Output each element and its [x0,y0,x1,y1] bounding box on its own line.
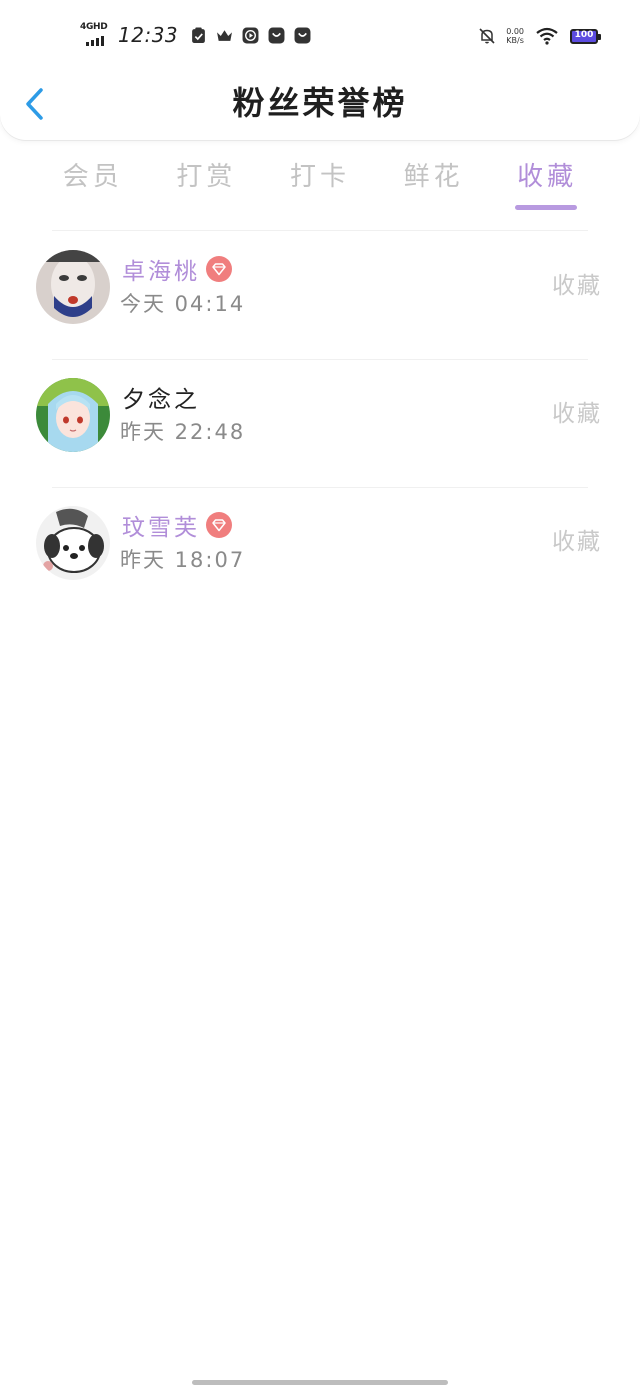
name-line: 玟雪芙 [122,508,232,542]
network-speed-value: 0.00 [506,27,524,36]
network-speed: 0.00 KB/s [506,27,524,45]
tab-reward[interactable]: 打赏 [150,150,264,212]
network-speed-unit: KB/s [506,36,524,45]
status-bar-right: 0.00 KB/s 100 [478,22,601,50]
avatar[interactable] [36,378,110,452]
diamond-vip-icon [206,512,232,538]
cellular-signal-icon: 4GHD [80,22,110,48]
tabs-divider [52,230,588,231]
crown-icon [217,29,233,41]
user-name[interactable]: 卓海桃 [122,252,200,286]
app-notification-icon [268,27,285,43]
action-label: 收藏 [552,529,602,555]
status-bar-left: 4GHD 12:33 [80,18,320,52]
avatar[interactable] [36,250,110,324]
tab-checkin[interactable]: 打卡 [263,150,377,212]
battery-level: 100 [574,29,594,40]
user-name[interactable]: 玟雪芙 [122,508,200,542]
fan-list: 卓海桃 今天 04:14 收藏 夕念之 昨天 22:48 收藏 玟雪芙 昨天 1… [0,232,640,616]
network-type: 4GHD [80,22,108,32]
battery-icon: 100 [570,28,601,44]
app-header: 4GHD 12:33 0.00 KB/s 100 粉丝荣誉榜 [0,0,640,140]
tab-favorites[interactable]: 收藏 [490,150,604,212]
action-label: 收藏 [552,401,602,427]
wifi-icon [536,27,558,45]
list-item[interactable]: 玟雪芙 昨天 18:07 收藏 [0,488,640,616]
clipboard-check-icon [192,27,206,43]
home-indicator[interactable] [192,1380,448,1385]
play-icon [242,27,259,43]
favorite-time: 今天 04:14 [120,292,246,316]
avatar[interactable] [36,506,110,580]
favorite-time: 昨天 22:48 [120,420,246,444]
tab-flowers[interactable]: 鲜花 [377,150,491,212]
favorite-time: 昨天 18:07 [120,548,246,572]
list-item[interactable]: 卓海桃 今天 04:14 收藏 [0,232,640,360]
name-line: 夕念之 [122,380,200,414]
mute-bell-icon [479,28,495,44]
status-bar: 4GHD 12:33 0.00 KB/s 100 [0,18,640,52]
app-notification-icon [294,27,311,43]
tab-member[interactable]: 会员 [36,150,150,212]
page-title: 粉丝荣誉榜 [232,84,408,122]
action-label: 收藏 [552,273,602,299]
name-line: 卓海桃 [122,252,232,286]
list-item[interactable]: 夕念之 昨天 22:48 收藏 [0,360,640,488]
category-tabs: 会员 打赏 打卡 鲜花 收藏 [36,150,604,212]
diamond-vip-icon [206,256,232,282]
status-time: 12:33 [118,23,179,47]
user-name[interactable]: 夕念之 [122,380,200,414]
